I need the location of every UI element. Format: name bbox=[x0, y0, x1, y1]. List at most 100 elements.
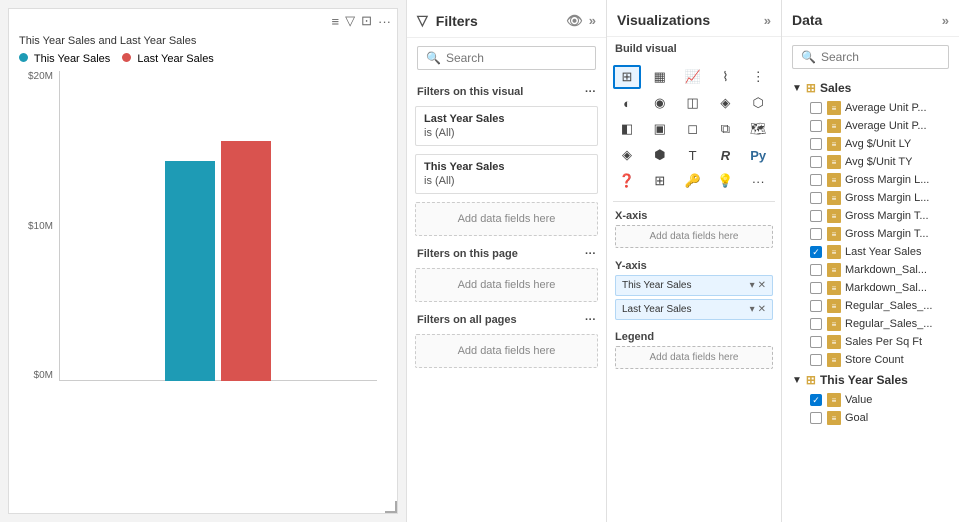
tree-item[interactable]: ≡Regular_Sales_... bbox=[786, 315, 955, 333]
y-axis-field-last-year[interactable]: Last Year Sales ▾ ✕ bbox=[615, 299, 773, 320]
menu-icon[interactable]: ≡ bbox=[332, 14, 340, 29]
tree-item-checkbox[interactable] bbox=[810, 192, 822, 204]
resize-handle-right[interactable] bbox=[391, 29, 397, 493]
tree-item-checkbox[interactable] bbox=[810, 412, 822, 424]
viz-icon-pie[interactable]: ◐ bbox=[613, 91, 641, 115]
viz-icon-key-inf[interactable]: 🔑 bbox=[679, 169, 707, 193]
legend-item-last-year: Last Year Sales bbox=[122, 53, 214, 65]
viz-icon-line[interactable]: 📈 bbox=[679, 65, 707, 89]
tree-item-checkbox[interactable] bbox=[810, 102, 822, 114]
bars-container bbox=[59, 71, 377, 381]
tree-item[interactable]: ≡Goal bbox=[786, 409, 955, 427]
viz-icon-bar[interactable]: ▦ bbox=[646, 65, 674, 89]
corner-resize-handle[interactable] bbox=[385, 501, 397, 513]
y-axis-last-remove-icon[interactable]: ✕ bbox=[758, 304, 766, 315]
y-axis-last-dropdown-icon[interactable]: ▾ bbox=[750, 304, 755, 315]
tree-item[interactable]: ≡Average Unit P... bbox=[786, 99, 955, 117]
tree-item[interactable]: ≡Markdown_Sal... bbox=[786, 279, 955, 297]
viz-icon-funnel[interactable]: ⬡ bbox=[744, 91, 772, 115]
tree-item[interactable]: ≡Value bbox=[786, 391, 955, 409]
tree-item-checkbox[interactable] bbox=[810, 120, 822, 132]
expand-icon[interactable]: ⊡ bbox=[361, 13, 372, 29]
legend-add-btn[interactable]: Add data fields here bbox=[615, 346, 773, 369]
data-search-input[interactable] bbox=[821, 50, 959, 64]
filters-search-input[interactable] bbox=[446, 51, 601, 65]
tree-item-checkbox[interactable] bbox=[810, 354, 822, 366]
tree-item[interactable]: ≡Markdown_Sal... bbox=[786, 261, 955, 279]
y-axis-field-this-year-actions: ▾ ✕ bbox=[750, 280, 766, 291]
viz-icon-treemap[interactable]: ◫ bbox=[679, 91, 707, 115]
viz-icon-donut[interactable]: ◉ bbox=[646, 91, 674, 115]
tree-item-checkbox[interactable] bbox=[810, 138, 822, 150]
tree-group-sales[interactable]: ▼ ⊞ Sales bbox=[786, 77, 955, 99]
viz-icon-more[interactable]: ··· bbox=[744, 169, 772, 193]
filter-icon[interactable]: ▽ bbox=[345, 13, 355, 29]
viz-icon-area[interactable]: ⌇ bbox=[711, 65, 739, 89]
tree-item[interactable]: ≡Avg $/Unit LY bbox=[786, 135, 955, 153]
tree-item[interactable]: ≡Store Count bbox=[786, 351, 955, 369]
viz-icon-gauge[interactable]: ◧ bbox=[613, 117, 641, 141]
data-search-box[interactable]: 🔍 bbox=[792, 45, 949, 69]
tree-item[interactable]: ≡Avg $/Unit TY bbox=[786, 153, 955, 171]
filters-visual-more[interactable]: ··· bbox=[585, 86, 596, 98]
legend-section: Legend Add data fields here bbox=[607, 327, 781, 377]
tree-item[interactable]: ≡Gross Margin L... bbox=[786, 171, 955, 189]
more-icon[interactable]: ··· bbox=[378, 14, 391, 29]
tree-item-checkbox[interactable] bbox=[810, 174, 822, 186]
tree-item-label: Regular_Sales_... bbox=[845, 318, 932, 330]
legend-item-this-year: This Year Sales bbox=[19, 53, 110, 65]
viz-icon-qna[interactable]: ❓ bbox=[613, 169, 641, 193]
tree-item-checkbox[interactable] bbox=[810, 228, 822, 240]
tree-item-checkbox[interactable] bbox=[810, 336, 822, 348]
filter-card-this-year[interactable]: This Year Sales is (All) bbox=[415, 154, 598, 194]
viz-icon-card[interactable]: ◻ bbox=[679, 117, 707, 141]
filters-all-more[interactable]: ··· bbox=[585, 314, 596, 326]
y-axis-field-this-year[interactable]: This Year Sales ▾ ✕ bbox=[615, 275, 773, 296]
tree-item[interactable]: ≡Last Year Sales bbox=[786, 243, 955, 261]
filter-card-last-year[interactable]: Last Year Sales is (All) bbox=[415, 106, 598, 146]
filters-title: Filters bbox=[436, 13, 478, 29]
viz-icon-text[interactable]: T bbox=[679, 143, 707, 167]
viz-icon-table[interactable]: ⊞ bbox=[613, 65, 641, 89]
tree-item-checkbox[interactable] bbox=[810, 282, 822, 294]
data-expand-icon[interactable]: » bbox=[942, 13, 949, 28]
viz-icon-map[interactable]: 🗺 bbox=[744, 117, 772, 141]
filters-page-more[interactable]: ··· bbox=[585, 248, 596, 260]
tree-item-checkbox[interactable] bbox=[810, 264, 822, 276]
viz-icon-matrix[interactable]: ⬢ bbox=[646, 143, 674, 167]
viz-icon-waterfall[interactable]: ◈ bbox=[711, 91, 739, 115]
tree-item[interactable]: ≡Average Unit P... bbox=[786, 117, 955, 135]
viz-icon-decomp[interactable]: ⊞ bbox=[646, 169, 674, 193]
tree-item-checkbox[interactable] bbox=[810, 300, 822, 312]
resize-handle-bottom[interactable] bbox=[29, 507, 377, 513]
tree-item-checkbox[interactable] bbox=[810, 318, 822, 330]
viz-icon-shape-map[interactable]: ◈ bbox=[613, 143, 641, 167]
tree-item[interactable]: ≡Gross Margin L... bbox=[786, 189, 955, 207]
tree-group-this-year[interactable]: ▼ ⊞ This Year Sales bbox=[786, 369, 955, 391]
viz-icon-kpi[interactable]: ▣ bbox=[646, 117, 674, 141]
filters-eye-icon[interactable]: 👁 bbox=[566, 13, 583, 29]
filters-expand-icon[interactable]: » bbox=[589, 13, 596, 29]
tree-item-checkbox[interactable] bbox=[810, 394, 822, 406]
x-axis-add-btn[interactable]: Add data fields here bbox=[615, 225, 773, 248]
tree-item-checkbox[interactable] bbox=[810, 246, 822, 258]
tree-item-checkbox[interactable] bbox=[810, 156, 822, 168]
tree-item[interactable]: ≡Regular_Sales_... bbox=[786, 297, 955, 315]
viz-expand-icon[interactable]: » bbox=[764, 13, 771, 28]
add-data-all[interactable]: Add data fields here bbox=[415, 334, 598, 368]
tree-item-checkbox[interactable] bbox=[810, 210, 822, 222]
viz-icon-slicer[interactable]: ⧉ bbox=[711, 117, 739, 141]
tree-item[interactable]: ≡Gross Margin T... bbox=[786, 207, 955, 225]
y-axis-dropdown-icon[interactable]: ▾ bbox=[750, 280, 755, 291]
filters-search-box[interactable]: 🔍 bbox=[417, 46, 596, 70]
tree-item[interactable]: ≡Gross Margin T... bbox=[786, 225, 955, 243]
viz-icon-scatter[interactable]: ⋮ bbox=[744, 65, 772, 89]
tree-item-icon: ≡ bbox=[827, 353, 841, 367]
tree-item[interactable]: ≡Sales Per Sq Ft bbox=[786, 333, 955, 351]
add-data-visual[interactable]: Add data fields here bbox=[415, 202, 598, 236]
add-data-page[interactable]: Add data fields here bbox=[415, 268, 598, 302]
viz-icon-smart[interactable]: 💡 bbox=[711, 169, 739, 193]
y-axis-remove-icon[interactable]: ✕ bbox=[758, 280, 766, 291]
viz-icon-python[interactable]: Py bbox=[744, 143, 772, 167]
viz-icon-r[interactable]: R bbox=[711, 143, 739, 167]
